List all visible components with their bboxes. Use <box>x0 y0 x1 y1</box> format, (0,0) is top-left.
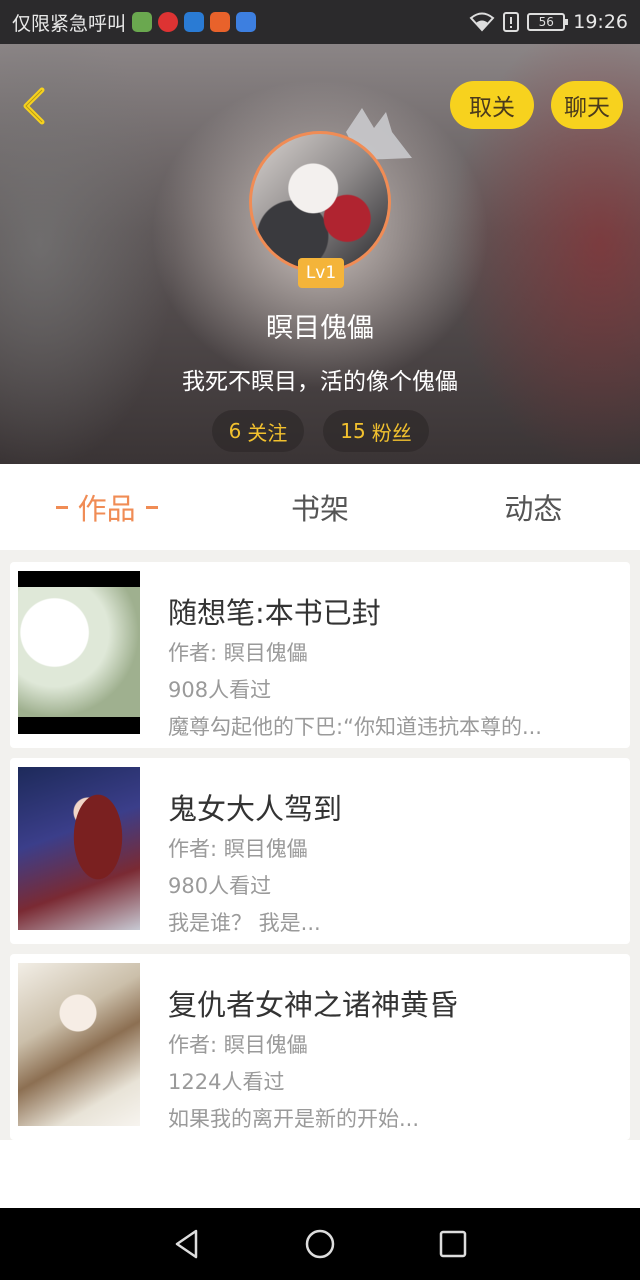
signature: 我死不瞑目，活的像个傀儡 <box>182 369 458 395</box>
tab-works-label: 作品 <box>77 492 136 526</box>
level-badge: Lv1 <box>298 258 344 288</box>
triangle-back-icon <box>175 1229 197 1259</box>
book-title: 鬼女大人驾到 <box>168 792 343 826</box>
tab-bookshelf-label: 书架 <box>290 492 349 526</box>
book-cover <box>18 571 140 734</box>
app-red-icon <box>158 12 179 32</box>
active-tab-indicator-left <box>55 505 68 509</box>
avatar[interactable] <box>249 131 391 273</box>
nav-home-button[interactable] <box>300 1224 340 1264</box>
fans-label: 粉丝 <box>371 420 412 445</box>
book-title: 复仇者女神之诸神黄昏 <box>168 988 459 1022</box>
profile-header: 取关 聊天 Lv1 瞑目傀儡 我死不瞑目，活的像个傀儡 6 关注 15 粉丝 <box>0 44 640 464</box>
following-label: 关注 <box>247 420 288 445</box>
book-card[interactable]: 复仇者女神之诸神黄昏 作者: 瞑目傀儡 1224人看过 如果我的离开是新的开始.… <box>10 954 630 1140</box>
chat-button[interactable]: 聊天 <box>551 81 623 129</box>
app-paw-icon <box>236 12 257 32</box>
nav-recents-button[interactable] <box>433 1224 473 1264</box>
book-title: 随想笔:本书已封 <box>168 596 381 630</box>
active-tab-indicator-right <box>145 505 158 509</box>
clock: 19:26 <box>573 11 628 33</box>
back-button[interactable] <box>14 84 58 128</box>
book-views: 980人看过 <box>168 874 272 898</box>
nav-back-button[interactable] <box>167 1224 207 1264</box>
fans-count: 15 <box>340 419 366 443</box>
book-cover <box>18 963 140 1126</box>
book-excerpt: 我是谁？ 我是... <box>168 911 321 935</box>
book-list: 随想笔:本书已封 作者: 瞑目傀儡 908人看过 魔尊勾起他的下巴:“你知道违抗… <box>10 562 630 1150</box>
alert-icon <box>503 12 520 32</box>
following-stat[interactable]: 6 关注 <box>212 410 304 452</box>
tab-activity-label: 动态 <box>504 492 563 526</box>
username: 瞑目傀儡 <box>266 313 374 344</box>
app-green-icon <box>132 12 153 32</box>
book-excerpt: 魔尊勾起他的下巴:“你知道违抗本尊的... <box>168 715 542 739</box>
fans-stat[interactable]: 15 粉丝 <box>323 410 429 452</box>
battery-indicator: 56 <box>527 13 569 31</box>
following-count: 6 <box>228 419 242 443</box>
system-nav-bar <box>0 1208 640 1280</box>
circle-home-icon <box>305 1229 335 1259</box>
wifi-icon <box>469 12 495 32</box>
book-card[interactable]: 鬼女大人驾到 作者: 瞑目傀儡 980人看过 我是谁？ 我是... <box>10 758 630 944</box>
unfollow-button[interactable]: 取关 <box>450 81 534 129</box>
app-orange-icon <box>210 12 231 32</box>
book-excerpt: 如果我的离开是新的开始... <box>168 1107 420 1131</box>
carrier-text: 仅限紧急呼叫 <box>12 12 127 35</box>
status-bar: 仅限紧急呼叫 56 19:26 <box>0 0 640 44</box>
book-cover <box>18 767 140 930</box>
notification-icons <box>132 12 257 32</box>
book-author: 作者: 瞑目傀儡 <box>168 837 308 861</box>
square-recents-icon <box>440 1230 467 1258</box>
list-bottom-space <box>0 1140 640 1208</box>
tab-activity[interactable]: 动态 <box>427 464 640 550</box>
book-author: 作者: 瞑目傀儡 <box>168 1033 308 1057</box>
tab-bar: 作品 书架 动态 <box>0 464 640 550</box>
book-author: 作者: 瞑目傀儡 <box>168 641 308 665</box>
book-views: 908人看过 <box>168 678 272 702</box>
tab-works[interactable]: 作品 <box>0 464 213 550</box>
book-card[interactable]: 随想笔:本书已封 作者: 瞑目傀儡 908人看过 魔尊勾起他的下巴:“你知道违抗… <box>10 562 630 748</box>
book-views: 1224人看过 <box>168 1070 285 1094</box>
chevron-left-icon <box>23 87 45 125</box>
tab-bookshelf[interactable]: 书架 <box>213 464 426 550</box>
app-blue-icon <box>184 12 205 32</box>
